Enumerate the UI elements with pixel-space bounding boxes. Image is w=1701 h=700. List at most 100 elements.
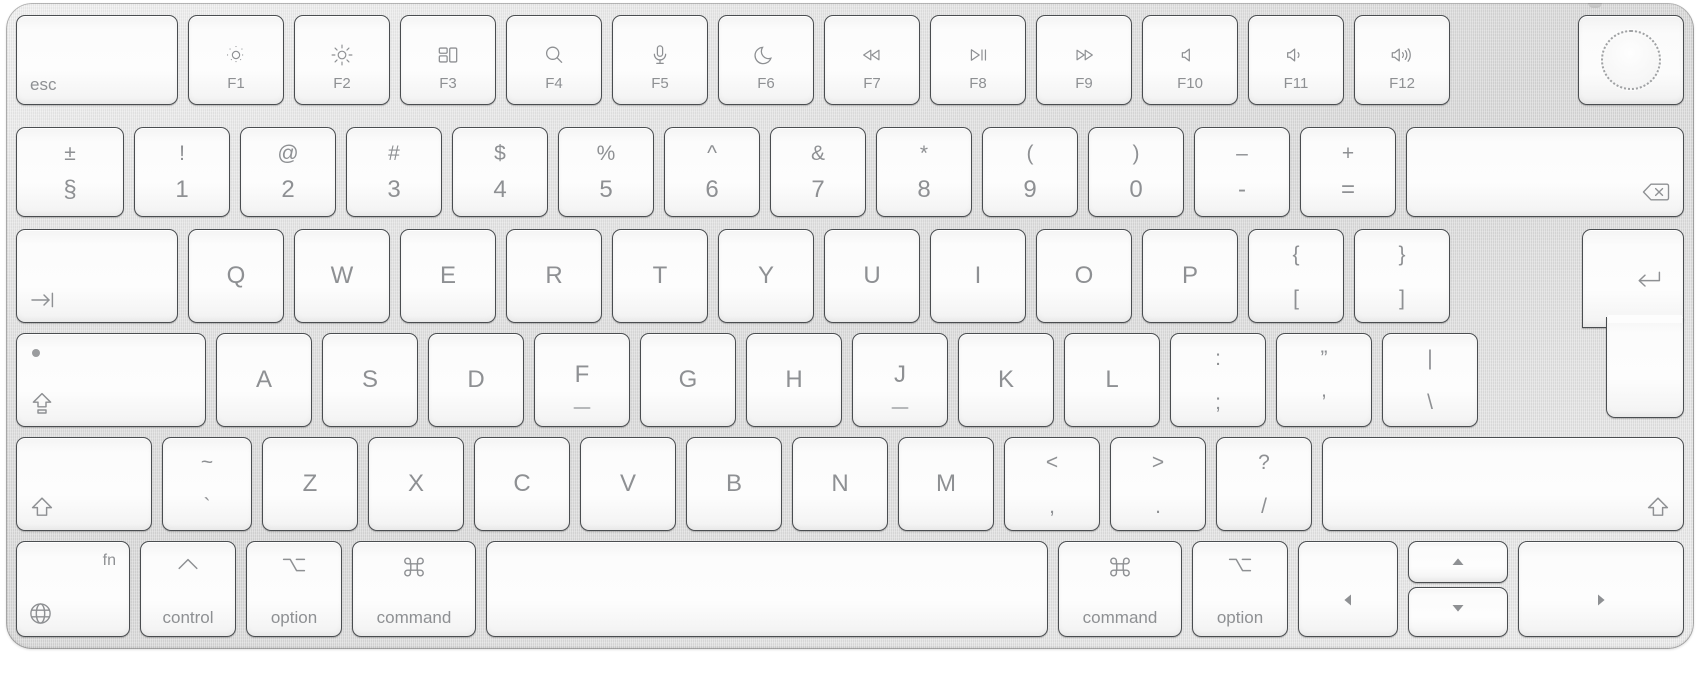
key-f6[interactable]: F6 [718, 15, 814, 105]
key-equal[interactable]: + = [1300, 127, 1396, 217]
key-a-label: A [255, 366, 273, 393]
key-field: esc F1 F2 F3 F4 F5 F6 F7 F8 F9 F10 F11 F… [6, 3, 1694, 649]
key-0[interactable]: ) 0 [1088, 127, 1184, 217]
key-4[interactable]: $ 4 [452, 127, 548, 217]
key-c[interactable]: C [474, 437, 570, 531]
key-f9[interactable]: F9 [1036, 15, 1132, 105]
key-5-label: 5 [599, 176, 613, 203]
key-f11[interactable]: F11 [1248, 15, 1344, 105]
key-6[interactable]: ^ 6 [664, 127, 760, 217]
key-slash[interactable]: ? / [1216, 437, 1312, 531]
key-f9-label: F9 [1075, 75, 1093, 92]
key-p[interactable]: P [1142, 229, 1238, 323]
key-v[interactable]: V [580, 437, 676, 531]
key-i[interactable]: I [930, 229, 1026, 323]
key-grave[interactable]: ~ ` [162, 437, 252, 531]
key-m[interactable]: M [898, 437, 994, 531]
key-y[interactable]: Y [718, 229, 814, 323]
key-2[interactable]: @ 2 [240, 127, 336, 217]
key-q[interactable]: Q [188, 229, 284, 323]
key-f2[interactable]: F2 [294, 15, 390, 105]
key-1[interactable]: ! 1 [134, 127, 230, 217]
key-option-right[interactable]: option [1192, 541, 1288, 637]
key-arrow-right[interactable] [1518, 541, 1684, 637]
key-b[interactable]: B [686, 437, 782, 531]
key-arrow-left[interactable] [1298, 541, 1398, 637]
key-space[interactable] [486, 541, 1048, 637]
key-period[interactable]: > . [1110, 437, 1206, 531]
return-enter-icon [1636, 269, 1662, 291]
key-bracket-right-label: ] [1399, 287, 1405, 310]
key-esc[interactable]: esc [16, 15, 178, 105]
key-k[interactable]: K [958, 333, 1054, 427]
key-return[interactable] [1582, 229, 1684, 419]
key-r[interactable]: R [506, 229, 602, 323]
key-comma[interactable]: < , [1004, 437, 1100, 531]
key-f[interactable]: F [534, 333, 630, 427]
key-t[interactable]: T [612, 229, 708, 323]
key-m-label: M [936, 470, 956, 497]
key-f1[interactable]: F1 [188, 15, 284, 105]
key-control[interactable]: control [140, 541, 236, 637]
key-capslock[interactable] [16, 333, 206, 427]
key-backslash[interactable]: | \ [1382, 333, 1478, 427]
rewind-icon [857, 42, 887, 68]
key-backslash-shift-label: | [1427, 347, 1433, 370]
key-f10[interactable]: F10 [1142, 15, 1238, 105]
key-7[interactable]: & 7 [770, 127, 866, 217]
key-quote[interactable]: ” ’ [1276, 333, 1372, 427]
key-9-shift-label: ( [1026, 142, 1034, 165]
key-delete[interactable] [1406, 127, 1684, 217]
key-j[interactable]: J [852, 333, 948, 427]
key-h[interactable]: H [746, 333, 842, 427]
key-f12[interactable]: F12 [1354, 15, 1450, 105]
key-q-label: Q [226, 262, 246, 289]
key-u[interactable]: U [824, 229, 920, 323]
key-e[interactable]: E [400, 229, 496, 323]
key-option-left[interactable]: option [246, 541, 342, 637]
key-section[interactable]: ± § [16, 127, 124, 217]
key-a[interactable]: A [216, 333, 312, 427]
shift-icon [30, 496, 54, 518]
key-semicolon[interactable]: : ; [1170, 333, 1266, 427]
key-z[interactable]: Z [262, 437, 358, 531]
key-shift-right[interactable] [1322, 437, 1684, 531]
key-bracket-right-shift-label: } [1398, 243, 1406, 266]
key-d[interactable]: D [428, 333, 524, 427]
key-o[interactable]: O [1036, 229, 1132, 323]
key-y-label: Y [757, 262, 775, 289]
key-bracket-right[interactable]: } ] [1354, 229, 1450, 323]
key-arrow-up[interactable] [1408, 541, 1508, 583]
key-9[interactable]: ( 9 [982, 127, 1078, 217]
key-minus[interactable]: – - [1194, 127, 1290, 217]
key-3[interactable]: # 3 [346, 127, 442, 217]
do-not-disturb-moon-icon [751, 42, 781, 68]
key-semicolon-label: ; [1215, 391, 1221, 414]
key-f4[interactable]: F4 [506, 15, 602, 105]
key-f5[interactable]: F5 [612, 15, 708, 105]
key-8[interactable]: * 8 [876, 127, 972, 217]
key-s[interactable]: S [322, 333, 418, 427]
key-g[interactable]: G [640, 333, 736, 427]
key-f1-label: F1 [227, 75, 245, 92]
key-shift-left[interactable] [16, 437, 152, 531]
key-bracket-left[interactable]: { [ [1248, 229, 1344, 323]
key-f2-label: F2 [333, 75, 351, 92]
key-section-label: § [63, 176, 77, 203]
key-f8[interactable]: F8 [930, 15, 1026, 105]
key-command-right[interactable]: command [1058, 541, 1182, 637]
key-n[interactable]: N [792, 437, 888, 531]
key-6-label: 6 [705, 176, 719, 203]
key-tab[interactable] [16, 229, 178, 323]
key-f7[interactable]: F7 [824, 15, 920, 105]
key-f3[interactable]: F3 [400, 15, 496, 105]
key-l-label: L [1105, 366, 1119, 393]
key-arrow-down[interactable] [1408, 587, 1508, 637]
key-w[interactable]: W [294, 229, 390, 323]
key-5[interactable]: % 5 [558, 127, 654, 217]
key-l[interactable]: L [1064, 333, 1160, 427]
key-command-left[interactable]: command [352, 541, 476, 637]
key-fn[interactable]: fn [16, 541, 130, 637]
touch-id-button[interactable] [1578, 15, 1684, 105]
key-x[interactable]: X [368, 437, 464, 531]
